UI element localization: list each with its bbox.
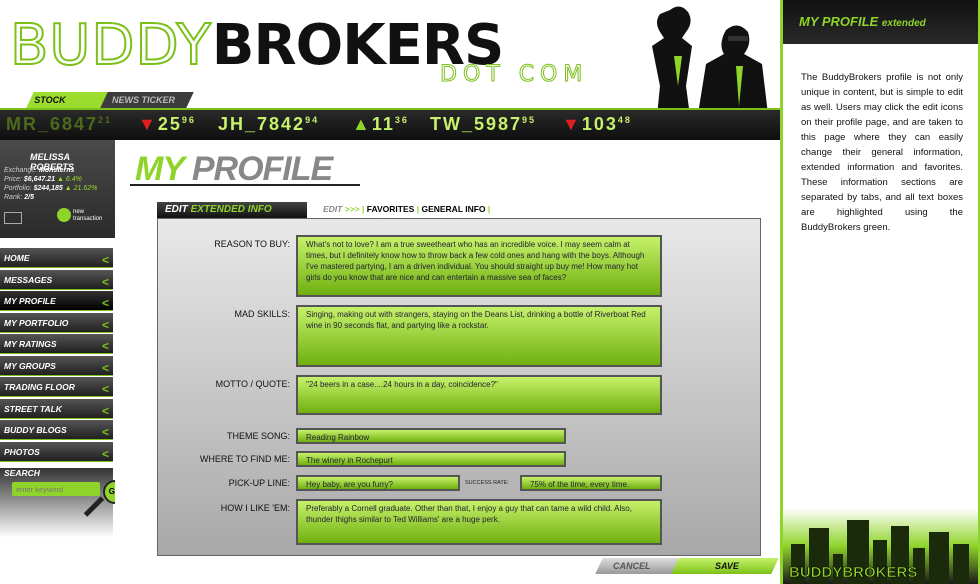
theme-song-field[interactable]: Reading Rainbow [296, 428, 566, 444]
extended-info-form: REASON TO BUY: What's not to love? I am … [157, 218, 761, 556]
down-arrow-icon: ▼ [562, 114, 582, 134]
tab-news-ticker[interactable]: NEWS TICKER [100, 92, 194, 108]
skills-field[interactable]: Singing, making out with strangers, stay… [296, 305, 662, 367]
save-button[interactable]: SAVE [671, 558, 779, 574]
site-logo[interactable]: BUDDYBROKERS [9, 17, 504, 75]
stock-ticker: MR_684721 ▼2596 JH_784294 ▲1136 TW_59879… [0, 108, 780, 142]
chevron-left-icon: < [101, 382, 109, 396]
reason-label: REASON TO BUY: [214, 239, 290, 249]
reason-field[interactable]: What's not to love? I am a true sweethea… [296, 235, 662, 297]
info-pane-description: The BuddyBrokers profile is not only uni… [801, 72, 963, 233]
envelope-icon[interactable] [4, 212, 22, 224]
user-exchange: Exchange: Monsterns [4, 167, 75, 174]
where-field[interactable]: The winery in Rochepurt [296, 451, 566, 467]
nav-my-profile[interactable]: MY PROFILE < [0, 291, 113, 311]
main-content: MY PROFILE EDIT EXTENDED INFO EDIT >>> |… [115, 140, 780, 584]
nav-home[interactable]: HOME < [0, 248, 113, 268]
motto-field[interactable]: "24 beers in a case....24 hours in a day… [296, 375, 662, 415]
ticker-item: MR_684721 [6, 114, 113, 134]
footer-logo: BUDDYBROKERS [789, 564, 918, 582]
chevron-left-icon: < [101, 447, 109, 461]
new-transaction-link[interactable]: new transaction [73, 209, 115, 223]
nav-street-talk[interactable]: STREET TALK < [0, 399, 113, 419]
subtab-edit[interactable]: EDIT >>> [323, 204, 360, 214]
info-pane: MY PROFILE extended The BuddyBrokers pro… [780, 0, 980, 584]
theme-song-label: THEME SONG: [226, 431, 290, 441]
chevron-left-icon: < [101, 404, 109, 418]
success-rate-label: SUCCESS RATE: [465, 480, 509, 486]
nav-my-portfolio[interactable]: MY PORTFOLIO < [0, 313, 113, 333]
nav-my-groups[interactable]: MY GROUPS < [0, 356, 113, 376]
user-rank: Rank: 2/5 [4, 194, 34, 201]
ticker-item: ▼10348 [562, 114, 632, 134]
subtab-favorites[interactable]: FAVORITES [367, 204, 415, 214]
ticker-item: JH_784294 [218, 114, 320, 134]
user-portfolio: Portfolio: $244,185 ▲ 21.62% [4, 185, 98, 192]
search-panel: SEARCH GO [0, 468, 127, 584]
profile-subtabs: EDIT >>> | FAVORITES | GENERAL INFO | [323, 204, 491, 214]
user-price: Price: $6,647.21 ▲ 6.4% [4, 176, 82, 183]
skills-label: MAD SKILLS: [234, 309, 290, 319]
like-label: HOW I LIKE 'EM: [220, 503, 290, 513]
nav-messages[interactable]: MESSAGES < [0, 270, 113, 290]
nav-trading-floor[interactable]: TRADING FLOOR < [0, 377, 113, 397]
user-summary: MELISSA ROBERTS Exchange: Monsterns Pric… [0, 140, 115, 238]
new-transaction-icon[interactable] [57, 208, 71, 222]
info-pane-title: MY PROFILE extended [799, 14, 926, 29]
logo-dotcom: DOT COM [439, 62, 589, 88]
pickup-field[interactable]: Hey baby, are you furry? [296, 475, 460, 491]
chevron-left-icon: < [101, 425, 109, 439]
chevron-left-icon: < [101, 275, 109, 289]
success-rate-field[interactable]: 75% of the time, every time. [520, 475, 662, 491]
city-skyline-illustration: BUDDYBROKERS [783, 508, 978, 584]
cancel-button[interactable]: CANCEL [595, 558, 683, 574]
nav-my-ratings[interactable]: MY RATINGS < [0, 334, 113, 354]
subtab-general-info[interactable]: GENERAL INFO [421, 204, 485, 214]
chevron-left-icon: < [101, 253, 109, 267]
chevron-left-icon: < [101, 339, 109, 353]
search-label: SEARCH [4, 468, 40, 478]
magnifier-handle-icon [83, 496, 105, 517]
like-field[interactable]: Preferably a Cornell graduate. Other tha… [296, 499, 662, 545]
sidebar: MELISSA ROBERTS Exchange: Monsterns Pric… [0, 140, 127, 584]
nav-photos[interactable]: PHOTOS < [0, 442, 113, 462]
ticker-item: ▼2596 [138, 114, 196, 134]
up-arrow-icon: ▲ [352, 114, 372, 134]
title-divider [130, 184, 360, 186]
chevron-left-icon: < [101, 296, 109, 310]
search-input[interactable] [12, 482, 100, 496]
ticker-item: TW_598795 [430, 114, 537, 134]
where-label: WHERE TO FIND ME: [199, 454, 290, 464]
info-pane-header: MY PROFILE extended [783, 0, 978, 44]
ticker-item: ▲1136 [352, 114, 409, 134]
nav-buddy-blogs[interactable]: BUDDY BLOGS < [0, 420, 113, 440]
pickup-label: PICK-UP LINE: [228, 478, 290, 488]
logo-buddy: BUDDY [9, 13, 212, 78]
chevron-left-icon: < [101, 361, 109, 375]
down-arrow-icon: ▼ [138, 114, 158, 134]
chevron-left-icon: < [101, 318, 109, 332]
motto-label: MOTTO / QUOTE: [215, 379, 290, 389]
tab-edit-extended-info[interactable]: EDIT EXTENDED INFO [157, 202, 307, 218]
